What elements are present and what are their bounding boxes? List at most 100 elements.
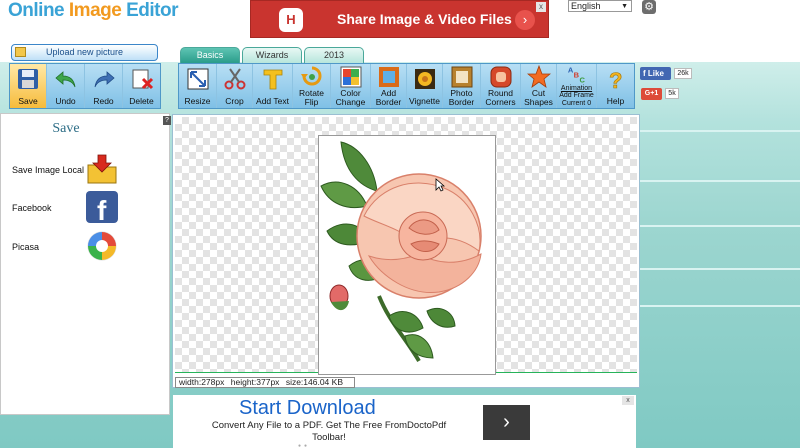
decor-stripe — [640, 130, 800, 132]
floppy-disk-icon — [18, 69, 38, 89]
add-text-label: Add Text — [256, 96, 289, 106]
undo-label: Undo — [55, 96, 76, 106]
google-plus-count: 5k — [665, 88, 679, 99]
ad-pager-dots: ●● — [298, 443, 311, 448]
crop-label: Crop — [225, 96, 244, 106]
decor-stripe — [640, 268, 800, 270]
editing-canvas[interactable] — [175, 117, 637, 375]
resize-button[interactable]: Resize — [179, 64, 217, 108]
image-bounding-box[interactable] — [318, 135, 496, 375]
ad-logo-icon: H — [279, 8, 303, 32]
add-text-button[interactable]: Add Text — [253, 64, 293, 108]
photo-border-button[interactable]: Photo Border — [443, 64, 481, 108]
add-border-button[interactable]: Add Border — [371, 64, 407, 108]
rotate-flip-line2: Flip — [304, 97, 319, 107]
color-change-icon — [340, 66, 361, 88]
decor-stripe — [640, 305, 800, 307]
border-icon — [378, 67, 399, 87]
bottom-ad-banner[interactable]: Start Download Convert Any File to a PDF… — [173, 395, 636, 448]
text-icon — [263, 69, 282, 90]
canvas-frame: width:278px height:377px size:146.04 KB — [172, 114, 640, 388]
animation-add-frame[interactable]: Add Frame — [559, 92, 594, 99]
chevron-down-icon: ▼ — [621, 3, 628, 10]
round-corners-button[interactable]: Round Corners — [481, 64, 521, 108]
ad-close-icon[interactable]: x — [622, 396, 634, 405]
save-label: Save — [18, 96, 38, 106]
facebook-icon[interactable]: f — [86, 191, 118, 223]
ad-headline[interactable]: Share Image & Video Files — [337, 11, 512, 27]
redo-button[interactable]: Redo — [85, 64, 123, 108]
add-border-line2: Border — [375, 97, 402, 107]
ad-close-icon[interactable]: x — [536, 2, 546, 12]
tools-toolbar: Resize Crop Add Text Rotate Flip Color C… — [178, 63, 635, 109]
app-title[interactable]: Online Image Editor — [8, 0, 178, 22]
ad-next-button[interactable]: › — [483, 405, 530, 440]
image-height: height:377px — [230, 377, 280, 387]
cut-shapes-label: Cut Shapes — [521, 89, 556, 107]
image-size: size:146.04 KB — [285, 377, 343, 387]
save-image-local-link[interactable]: Save Image Local — [12, 165, 84, 175]
facebook-like-count: 26k — [674, 68, 692, 79]
animation-button[interactable]: A B C Animation Add Frame Current 0 — [557, 64, 597, 108]
image-info-bar: width:278px height:377px size:146.04 KB — [175, 377, 355, 388]
svg-text:C: C — [579, 75, 585, 84]
folder-icon — [15, 47, 26, 57]
photo-border-line2: Border — [448, 97, 475, 107]
edit-toolbar: Save Undo Redo Delete — [9, 63, 161, 109]
vignette-icon — [414, 69, 435, 89]
mouse-cursor-icon — [435, 178, 445, 192]
add-border-label: Add Border — [371, 89, 406, 107]
top-ad-banner[interactable]: H Share Image & Video Files › x — [250, 0, 549, 38]
photo-border-icon — [451, 66, 472, 88]
save-button[interactable]: Save — [10, 64, 47, 108]
svg-text:f: f — [97, 195, 107, 223]
picasa-icon[interactable] — [86, 230, 118, 262]
facebook-save-link[interactable]: Facebook — [12, 203, 52, 213]
upload-new-picture-button[interactable]: Upload new picture — [11, 44, 158, 61]
crop-button[interactable]: Crop — [217, 64, 253, 108]
ad-description: Convert Any File to a PDF. Get The Free … — [211, 420, 447, 443]
tab-basics[interactable]: Basics — [180, 47, 240, 63]
facebook-like-label: Like — [647, 69, 664, 78]
animation-label: Animation Add Frame Current 0 — [557, 85, 596, 108]
gear-icon[interactable]: ⚙ — [642, 0, 656, 14]
language-selected: English — [571, 1, 601, 11]
facebook-like-button[interactable]: f Like — [640, 67, 671, 80]
color-change-label: Color Change — [331, 89, 370, 107]
resize-label: Resize — [184, 96, 211, 106]
help-icon: ? — [608, 68, 622, 91]
rotate-icon — [300, 66, 321, 86]
rose-image[interactable] — [319, 136, 495, 374]
tab-wizards[interactable]: Wizards — [242, 47, 302, 63]
undo-button[interactable]: Undo — [47, 64, 85, 108]
cut-shapes-button[interactable]: Cut Shapes — [521, 64, 557, 108]
language-select[interactable]: English ▼ — [568, 0, 632, 12]
picasa-save-link[interactable]: Picasa — [12, 242, 39, 252]
rotate-flip-label: Rotate Flip — [293, 89, 330, 107]
resize-icon — [187, 68, 208, 90]
animation-current-frame: Current 0 — [561, 99, 592, 107]
panel-help-icon[interactable]: ? — [163, 116, 171, 125]
app-title-part: Editor — [121, 0, 178, 21]
vignette-button[interactable]: Vignette — [407, 64, 443, 108]
vignette-label: Vignette — [408, 96, 441, 106]
rotate-flip-button[interactable]: Rotate Flip — [293, 64, 331, 108]
abc-animation-icon: A B C — [567, 65, 585, 84]
tab-2013[interactable]: 2013 — [304, 47, 364, 63]
save-local-icon[interactable] — [86, 153, 118, 185]
decor-stripe — [640, 225, 800, 227]
svg-text:?: ? — [609, 68, 622, 91]
ad-go-button[interactable]: › — [515, 10, 535, 30]
round-corners-icon — [490, 66, 511, 88]
save-panel-title: Save — [52, 121, 80, 136]
save-panel: Save ? Save Image Local Facebook f Picas… — [0, 113, 171, 415]
ad-start-download-title[interactable]: Start Download — [239, 397, 376, 420]
app-title-part: Online — [8, 0, 69, 21]
color-change-button[interactable]: Color Change — [331, 64, 371, 108]
google-plus-button[interactable]: G+1 — [641, 88, 662, 100]
color-change-line2: Change — [335, 97, 366, 107]
delete-button[interactable]: Delete — [123, 64, 160, 108]
decor-stripe — [640, 180, 800, 182]
help-button[interactable]: ? Help — [597, 64, 634, 108]
round-corners-line2: Corners — [485, 97, 516, 107]
